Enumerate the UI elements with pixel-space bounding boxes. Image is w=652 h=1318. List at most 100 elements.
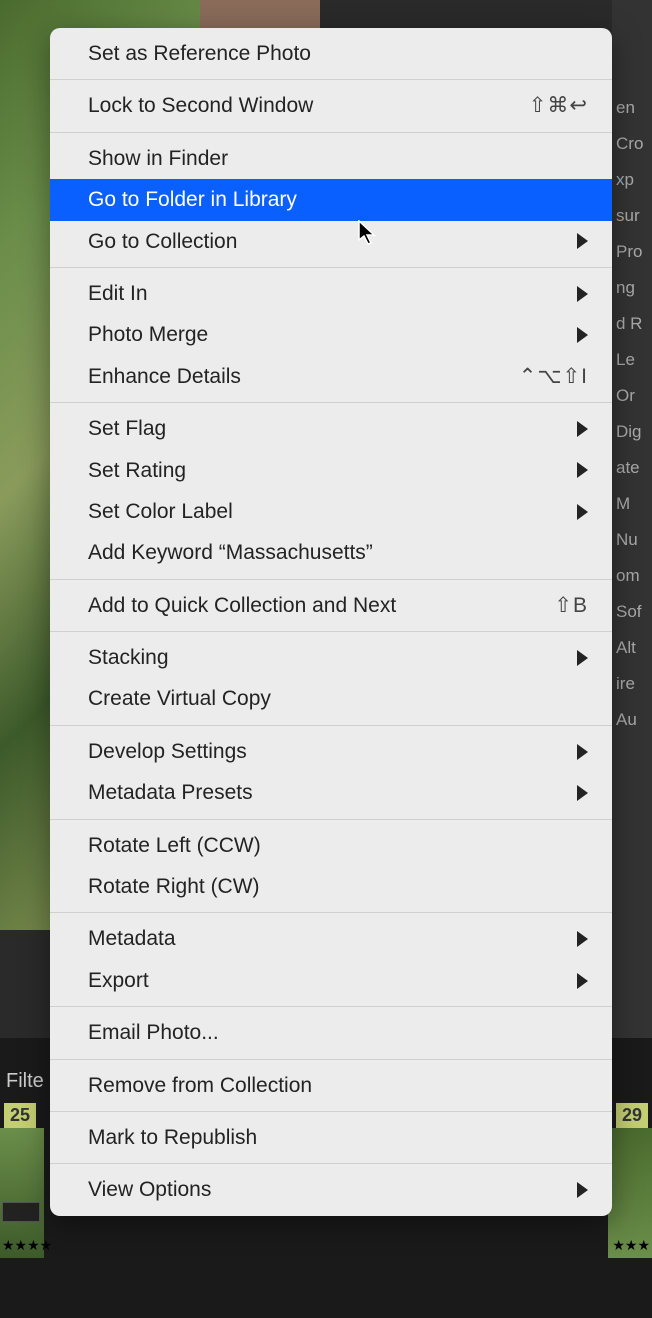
menu-item-label: Export (88, 966, 569, 995)
menu-item-remove-from-collection[interactable]: Remove from Collection (50, 1065, 612, 1106)
submenu-arrow-icon (577, 785, 588, 801)
menu-item-create-virtual-copy[interactable]: Create Virtual Copy (50, 678, 612, 719)
panel-label-fragment: Nu (612, 522, 652, 558)
menu-item-set-as-reference-photo[interactable]: Set as Reference Photo (50, 33, 612, 74)
submenu-arrow-icon (577, 973, 588, 989)
menu-item-show-in-finder[interactable]: Show in Finder (50, 138, 612, 179)
menu-item-mark-to-republish[interactable]: Mark to Republish (50, 1117, 612, 1158)
menu-item-stacking[interactable]: Stacking (50, 637, 612, 678)
panel-label-fragment: Dig (612, 414, 652, 450)
submenu-arrow-icon (577, 931, 588, 947)
panel-label-fragment: Pro (612, 234, 652, 270)
submenu-arrow-icon (577, 744, 588, 760)
panel-label-fragment: ng (612, 270, 652, 306)
submenu-arrow-icon (577, 462, 588, 478)
menu-item-edit-in[interactable]: Edit In (50, 273, 612, 314)
menu-group: Mark to Republish (50, 1112, 612, 1164)
menu-item-label: Set Rating (88, 456, 569, 485)
submenu-arrow-icon (577, 504, 588, 520)
menu-item-label: View Options (88, 1175, 569, 1204)
menu-shortcut: ⌃⌥⇧I (519, 362, 588, 391)
menu-item-label: Stacking (88, 643, 569, 672)
menu-group: Set as Reference Photo (50, 28, 612, 80)
menu-item-view-options[interactable]: View Options (50, 1169, 612, 1210)
thumbnail-badge-icon (2, 1202, 40, 1222)
menu-item-email-photo[interactable]: Email Photo... (50, 1012, 612, 1053)
menu-item-label: Mark to Republish (88, 1123, 588, 1152)
submenu-arrow-icon (577, 421, 588, 437)
submenu-arrow-icon (577, 233, 588, 249)
panel-label-fragment: en (612, 90, 652, 126)
menu-item-rotate-right-cw[interactable]: Rotate Right (CW) (50, 866, 612, 907)
thumb-number-right: 29 (616, 1103, 648, 1128)
menu-item-label: Metadata (88, 924, 569, 953)
submenu-arrow-icon (577, 327, 588, 343)
menu-item-export[interactable]: Export (50, 960, 612, 1001)
menu-group: Remove from Collection (50, 1060, 612, 1112)
menu-item-label: Set Flag (88, 414, 569, 443)
menu-group: Develop Settings Metadata Presets (50, 726, 612, 820)
menu-item-set-color-label[interactable]: Set Color Label (50, 491, 612, 532)
menu-item-label: Set as Reference Photo (88, 39, 588, 68)
panel-label-fragment: om (612, 558, 652, 594)
menu-group: Rotate Left (CCW) Rotate Right (CW) (50, 820, 612, 914)
menu-shortcut: ⇧⌘↩ (529, 91, 588, 120)
menu-group: Metadata Export (50, 913, 612, 1007)
menu-item-metadata-presets[interactable]: Metadata Presets (50, 772, 612, 813)
panel-label-fragment: Sof (612, 594, 652, 630)
menu-group: Edit In Photo Merge Enhance Details⌃⌥⇧I (50, 268, 612, 403)
panel-label-fragment: ate (612, 450, 652, 486)
menu-group: Stacking Create Virtual Copy (50, 632, 612, 726)
menu-item-label: Develop Settings (88, 737, 569, 766)
menu-item-enhance-details[interactable]: Enhance Details⌃⌥⇧I (50, 356, 612, 397)
filter-label: Filte (6, 1070, 44, 1093)
menu-item-lock-to-second-window[interactable]: Lock to Second Window⇧⌘↩ (50, 85, 612, 126)
menu-item-set-flag[interactable]: Set Flag (50, 408, 612, 449)
menu-item-label: Add Keyword “Massachusetts” (88, 538, 588, 567)
menu-group: Lock to Second Window⇧⌘↩ (50, 80, 612, 132)
submenu-arrow-icon (577, 286, 588, 302)
menu-item-label: Email Photo... (88, 1018, 588, 1047)
menu-item-label: Rotate Left (CCW) (88, 831, 588, 860)
panel-label-fragment: M (612, 486, 652, 522)
menu-group: Show in Finder Go to Folder in Library Go … (50, 133, 612, 268)
menu-item-label: Create Virtual Copy (88, 684, 588, 713)
menu-item-label: Go to Folder in Library (88, 185, 588, 214)
menu-group: Set Flag Set Rating Set Color Label Add Key… (50, 403, 612, 580)
panel-label-fragment: Le (612, 342, 652, 378)
menu-item-rotate-left-ccw[interactable]: Rotate Left (CCW) (50, 825, 612, 866)
menu-item-label: Enhance Details (88, 362, 519, 391)
panel-label-fragment: d R (612, 306, 652, 342)
menu-item-go-to-collection[interactable]: Go to Collection (50, 221, 612, 262)
menu-item-set-rating[interactable]: Set Rating (50, 450, 612, 491)
panel-label-fragment: sur (612, 198, 652, 234)
menu-item-label: Photo Merge (88, 320, 569, 349)
menu-item-label: Remove from Collection (88, 1071, 588, 1100)
menu-group: View Options (50, 1164, 612, 1215)
panel-label-fragment: ire (612, 666, 652, 702)
thumb-number-left: 25 (4, 1103, 36, 1128)
menu-item-go-to-folder-in-library[interactable]: Go to Folder in Library (50, 179, 612, 220)
menu-item-add-keyword-massachusetts[interactable]: Add Keyword “Massachusetts” (50, 532, 612, 573)
menu-item-develop-settings[interactable]: Develop Settings (50, 731, 612, 772)
menu-item-label: Set Color Label (88, 497, 569, 526)
menu-item-photo-merge[interactable]: Photo Merge (50, 314, 612, 355)
menu-shortcut: ⇧B (554, 591, 588, 620)
menu-group: Email Photo... (50, 1007, 612, 1059)
submenu-arrow-icon (577, 1182, 588, 1198)
panel-label-fragment: Alt (612, 630, 652, 666)
menu-item-metadata[interactable]: Metadata (50, 918, 612, 959)
submenu-arrow-icon (577, 650, 588, 666)
menu-item-label: Go to Collection (88, 227, 569, 256)
menu-item-label: Lock to Second Window (88, 91, 529, 120)
menu-item-add-to-quick-collection-and-next[interactable]: Add to Quick Collection and Next⇧B (50, 585, 612, 626)
menu-group: Add to Quick Collection and Next⇧B (50, 580, 612, 632)
rating-stars-left: ★★★★ (2, 1237, 52, 1254)
rating-stars-right: ★★★ (612, 1237, 650, 1254)
panel-label-fragment: Au (612, 702, 652, 738)
context-menu: Set as Reference Photo Lock to Second Win… (50, 28, 612, 1216)
panel-label-fragment: Or (612, 378, 652, 414)
menu-item-label: Edit In (88, 279, 569, 308)
menu-item-label: Add to Quick Collection and Next (88, 591, 554, 620)
panel-label-fragment: xp (612, 162, 652, 198)
